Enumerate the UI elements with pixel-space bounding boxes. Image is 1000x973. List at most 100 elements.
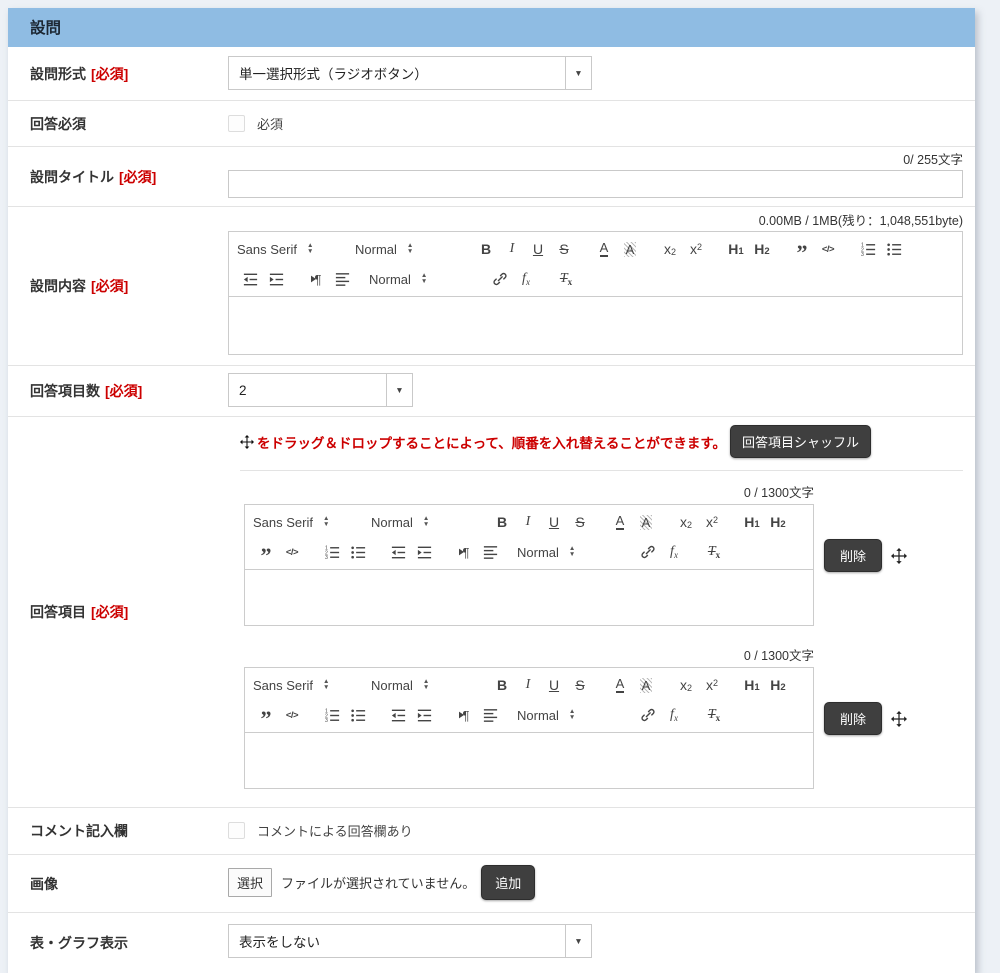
outdent-icon[interactable] — [385, 704, 411, 726]
align-icon[interactable] — [477, 704, 503, 726]
ordered-list-icon[interactable]: 123 — [319, 704, 345, 726]
choose-file-button[interactable]: 選択 — [228, 868, 272, 897]
item-editor-body[interactable] — [245, 569, 813, 625]
dropdown-arrow-icon[interactable]: ▼ — [565, 57, 591, 89]
checkbox-label: 必須 — [257, 114, 283, 133]
svg-text:3: 3 — [860, 252, 863, 258]
required-badge: [必須] — [91, 602, 128, 622]
header2-icon[interactable]: H2 — [765, 674, 791, 696]
item-count-select[interactable]: 2 ▼ — [228, 373, 413, 407]
text-color-icon[interactable]: A — [591, 238, 617, 260]
background-color-icon[interactable]: A — [633, 674, 659, 696]
bold-icon[interactable]: B — [473, 238, 499, 260]
text-color-icon[interactable]: A — [607, 674, 633, 696]
font-select[interactable]: Sans Serif — [253, 678, 357, 693]
subscript-icon[interactable]: x2 — [673, 674, 699, 696]
bullet-list-icon[interactable] — [881, 238, 907, 260]
header1-icon[interactable]: H1 — [723, 238, 749, 260]
formula-icon[interactable]: fx — [513, 268, 539, 290]
subscript-icon[interactable]: x2 — [673, 511, 699, 533]
font-select[interactable]: Sans Serif — [253, 515, 357, 530]
header2-icon[interactable]: H2 — [765, 511, 791, 533]
size-select[interactable]: Normal — [517, 545, 621, 560]
header-select[interactable]: Normal — [371, 678, 475, 693]
outdent-icon[interactable] — [237, 268, 263, 290]
indent-icon[interactable] — [411, 541, 437, 563]
drag-handle-icon[interactable] — [891, 711, 907, 727]
blockquote-icon[interactable]: ” — [789, 238, 815, 260]
blockquote-icon[interactable]: ” — [253, 541, 279, 563]
header-select[interactable]: Normal — [371, 515, 475, 530]
size-select[interactable]: Normal — [369, 272, 473, 287]
graph-display-select[interactable]: 表示をしない ▼ — [228, 924, 592, 958]
text-direction-icon[interactable]: ¶ — [451, 704, 477, 726]
updown-arrow-icon — [423, 679, 429, 691]
header1-icon[interactable]: H1 — [739, 511, 765, 533]
question-format-select[interactable]: 単一選択形式（ラジオボタン） ▼ — [228, 56, 592, 90]
strikethrough-icon[interactable]: S — [567, 511, 593, 533]
shuffle-items-button[interactable]: 回答項目シャッフル — [730, 425, 871, 458]
align-icon[interactable] — [477, 541, 503, 563]
strikethrough-icon[interactable]: S — [567, 674, 593, 696]
underline-icon[interactable]: U — [541, 674, 567, 696]
required-checkbox[interactable] — [228, 115, 245, 132]
header-select[interactable]: Normal — [355, 242, 459, 257]
align-icon[interactable] — [329, 268, 355, 290]
background-color-icon[interactable]: A — [617, 238, 643, 260]
strikethrough-icon[interactable]: S — [551, 238, 577, 260]
indent-icon[interactable] — [411, 704, 437, 726]
font-select[interactable]: Sans Serif — [237, 242, 341, 257]
italic-icon[interactable]: I — [499, 238, 525, 260]
underline-icon[interactable]: U — [541, 511, 567, 533]
text-direction-icon[interactable]: ¶ — [451, 541, 477, 563]
size-select[interactable]: Normal — [517, 708, 621, 723]
size-select-value: Normal — [517, 545, 559, 560]
clean-format-icon[interactable]: Tx — [701, 704, 727, 726]
row-answer-required: 回答必須 必須 — [8, 101, 975, 147]
formula-icon[interactable]: fx — [661, 704, 687, 726]
text-direction-icon[interactable]: ¶ — [303, 268, 329, 290]
background-color-icon[interactable]: A — [633, 511, 659, 533]
underline-icon[interactable]: U — [525, 238, 551, 260]
italic-icon[interactable]: I — [515, 511, 541, 533]
ordered-list-icon[interactable]: 123 — [319, 541, 345, 563]
clean-format-icon[interactable]: Tx — [553, 268, 579, 290]
dropdown-arrow-icon[interactable]: ▼ — [565, 925, 591, 957]
text-color-icon[interactable]: A — [607, 511, 633, 533]
comment-checkbox[interactable] — [228, 822, 245, 839]
code-block-icon[interactable]: </> — [815, 238, 841, 260]
row-label: 設問内容 — [30, 276, 86, 296]
delete-item-button[interactable]: 削除 — [824, 539, 882, 572]
bold-icon[interactable]: B — [489, 674, 515, 696]
link-icon[interactable] — [635, 704, 661, 726]
subscript-icon[interactable]: x2 — [657, 238, 683, 260]
bold-icon[interactable]: B — [489, 511, 515, 533]
drag-handle-icon[interactable] — [891, 548, 907, 564]
outdent-icon[interactable] — [385, 541, 411, 563]
bullet-list-icon[interactable] — [345, 541, 371, 563]
link-icon[interactable] — [487, 268, 513, 290]
superscript-icon[interactable]: x2 — [683, 238, 709, 260]
formula-icon[interactable]: fx — [661, 541, 687, 563]
add-image-button[interactable]: 追加 — [481, 865, 535, 900]
row-answer-items: 回答項目[必須] をドラッグ＆ドロップすることによって、順番を入れ替えることがで… — [8, 417, 975, 808]
question-title-input[interactable] — [228, 170, 963, 198]
code-block-icon[interactable]: </> — [279, 704, 305, 726]
header1-icon[interactable]: H1 — [739, 674, 765, 696]
blockquote-icon[interactable]: ” — [253, 704, 279, 726]
superscript-icon[interactable]: x2 — [699, 511, 725, 533]
content-editor-body[interactable] — [229, 296, 962, 354]
bullet-list-icon[interactable] — [345, 704, 371, 726]
required-badge: [必須] — [91, 276, 128, 296]
delete-item-button[interactable]: 削除 — [824, 702, 882, 735]
clean-format-icon[interactable]: Tx — [701, 541, 727, 563]
indent-icon[interactable] — [263, 268, 289, 290]
item-editor-body[interactable] — [245, 732, 813, 788]
dropdown-arrow-icon[interactable]: ▼ — [386, 374, 412, 406]
superscript-icon[interactable]: x2 — [699, 674, 725, 696]
header2-icon[interactable]: H2 — [749, 238, 775, 260]
link-icon[interactable] — [635, 541, 661, 563]
code-block-icon[interactable]: </> — [279, 541, 305, 563]
italic-icon[interactable]: I — [515, 674, 541, 696]
ordered-list-icon[interactable]: 123 — [855, 238, 881, 260]
